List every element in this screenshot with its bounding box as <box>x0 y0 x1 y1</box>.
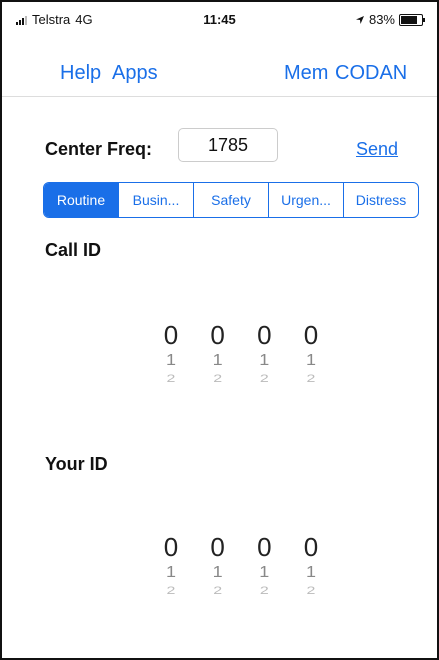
wheel-selected-digit: 0 <box>163 320 179 350</box>
status-right: 83% <box>355 12 425 27</box>
your-id-digit-wheel[interactable]: 0 1 2 <box>156 532 186 627</box>
your-id-picker: 0 1 2 0 1 2 0 1 2 0 1 2 <box>156 532 326 627</box>
wheel-next-digit: 1 <box>212 351 223 369</box>
wheel-next-digit: 2 <box>259 372 269 385</box>
wheel-selected-digit: 0 <box>210 320 225 350</box>
nav-bar: Help Apps Mem CODAN <box>2 32 437 97</box>
mem-button[interactable]: Mem <box>284 62 328 85</box>
wheel-selected-digit: 0 <box>257 532 272 562</box>
center-freq-input[interactable] <box>178 128 278 162</box>
wheel-next-digit: 1 <box>305 563 316 581</box>
your-id-digit-wheel[interactable]: 0 1 2 <box>249 532 279 627</box>
call-id-digit-wheel[interactable]: 0 1 2 <box>156 320 186 415</box>
center-freq-label: Center Freq: <box>45 139 153 159</box>
segment-routine[interactable]: Routine <box>44 183 118 217</box>
priority-segmented-control: Routine Busin... Safety Urgen... Distres… <box>43 182 419 218</box>
status-bar: Telstra 4G 11:45 83% <box>2 2 437 32</box>
wheel-next-digit: 2 <box>166 584 176 597</box>
call-id-digit-wheel[interactable]: 0 1 2 <box>249 320 279 415</box>
wheel-selected-digit: 0 <box>303 320 319 350</box>
location-arrow-icon <box>355 15 364 24</box>
call-id-picker: 0 1 2 0 1 2 0 1 2 0 1 2 <box>156 320 326 415</box>
app-frame: Telstra 4G 11:45 83% Help Apps Mem CODAN… <box>0 0 439 660</box>
wheel-next-digit: 2 <box>166 372 176 385</box>
wheel-next-digit: 2 <box>213 584 223 597</box>
center-freq-row: Center Freq: Send <box>2 122 437 166</box>
battery-percent: 83% <box>368 12 395 27</box>
wheel-selected-digit: 0 <box>163 532 179 562</box>
wheel-selected-digit: 0 <box>303 532 319 562</box>
wheel-next-digit: 1 <box>259 563 270 581</box>
your-id-digit-wheel[interactable]: 0 1 2 <box>203 532 233 627</box>
segment-distress[interactable]: Distress <box>343 183 418 217</box>
segment-urgency[interactable]: Urgen... <box>268 183 343 217</box>
wheel-selected-digit: 0 <box>257 320 272 350</box>
wheel-selected-digit: 0 <box>210 532 225 562</box>
wheel-next-digit: 1 <box>259 351 270 369</box>
wheel-next-digit: 1 <box>165 563 176 581</box>
segment-business[interactable]: Busin... <box>118 183 193 217</box>
help-button[interactable]: Help <box>60 62 101 85</box>
apps-button[interactable]: Apps <box>112 62 158 85</box>
segment-safety[interactable]: Safety <box>193 183 268 217</box>
wheel-next-digit: 1 <box>165 351 176 369</box>
your-id-digit-wheel[interactable]: 0 1 2 <box>296 532 326 627</box>
send-button[interactable]: Send <box>356 139 398 160</box>
wheel-next-digit: 1 <box>305 351 316 369</box>
call-id-title: Call ID <box>45 240 102 260</box>
wheel-next-digit: 2 <box>306 372 316 385</box>
battery-icon <box>399 13 425 26</box>
wheel-next-digit: 2 <box>306 584 316 597</box>
call-id-digit-wheel[interactable]: 0 1 2 <box>203 320 233 415</box>
wheel-next-digit: 2 <box>213 372 223 385</box>
wheel-next-digit: 2 <box>259 584 269 597</box>
codan-button[interactable]: CODAN <box>335 62 407 85</box>
wheel-next-digit: 1 <box>212 563 223 581</box>
call-id-digit-wheel[interactable]: 0 1 2 <box>296 320 326 415</box>
your-id-title: Your ID <box>45 454 108 474</box>
